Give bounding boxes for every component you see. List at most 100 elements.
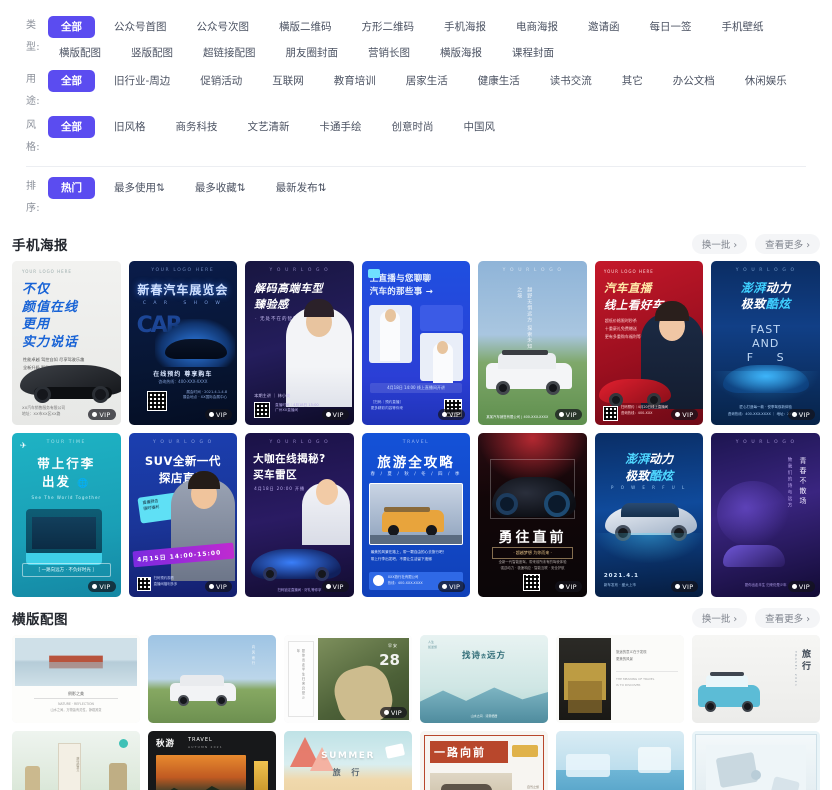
template-card[interactable]: YOUR LOGO HERE 新春汽车展览会 C A R S H O W CAR… [128,261,238,425]
template-card[interactable]: 上直播与您聊聊 汽车的那些事 → 4月18日 14:00 线上直播间开讲 ［扫码｜… [361,261,471,425]
card-artwork: Y O U R L O G O 大咖在线揭秘? 买车雷区 4月18日 20:00 … [245,433,354,597]
template-card[interactable]: TRAVEL 旅游全攻略 春 / 夏 / 秋 / 冬 / 四 / 季 最美的风景… [361,433,471,597]
filter-chip-type-5[interactable]: 手机海报 [433,16,497,38]
sort-chip-most-used[interactable]: 最多使用⇅ [103,177,176,199]
filter-chip-type-9[interactable]: 手机壁纸 [711,16,775,38]
vip-badge: VIP [554,581,582,592]
template-card[interactable] [692,731,820,790]
card-artwork: Y O U R L O G O 解码高端车型 臻验感 · 无处不在的智慧 · 本期… [245,261,354,425]
template-card[interactable]: 秋游 TRAVEL AUTUMN 2021 [148,731,276,790]
template-card[interactable]: 澎湃动力 极致酷炫 P O W E R F U L 2021.4.1 新车发布 ·… [594,433,704,597]
view-more-button-phone[interactable]: 查看更多 › [755,234,820,254]
filter-chip-usage-6[interactable]: 健康生活 [467,70,531,92]
section-actions-phone-posters: 换一批 › 查看更多 › [691,234,820,254]
filter-chip-usage-9[interactable]: 办公文档 [662,70,726,92]
card-artwork: 一路向前 自驾之旅 [420,731,548,790]
vip-badge: VIP [671,409,699,420]
vip-badge: VIP [88,581,116,592]
filter-chip-type-12[interactable]: 超链接配图 [192,42,267,64]
filter-chip-type-4[interactable]: 方形二维码 [351,16,426,38]
template-card[interactable]: 旅行 TRAVEL 2021 [692,635,820,723]
filter-chip-usage-5[interactable]: 居家生活 [395,70,459,92]
template-card[interactable]: 找诗去远方 人生 如逆旅 山水之间 · 诗意栖居 [420,635,548,723]
template-card[interactable]: 海 · 天 · 一 · 色 [556,731,684,790]
filter-row-usage: 用途: 全部 旧行业-周边 促销活动 互联网 教育培训 居家生活 健康生活 读书… [12,68,820,114]
sort-chip-newest[interactable]: 最新发布⇅ [265,177,338,199]
filter-chip-usage-all[interactable]: 全部 [48,70,95,92]
card-brand: Y O U R L O G O [269,268,330,273]
poster-grid-row-1: YOUR LOGO HERE 不仅 颜值在线 更用 实力说话 性能卓越 驾控自如 尽享… [8,261,824,425]
template-card[interactable]: 勇往直前 · 超越梦想 为你而来 · 全新一代智能座驾，带来前所未有的驾驶体验强… [478,433,587,597]
filter-chip-usage-2[interactable]: 促销活动 [189,70,253,92]
filter-panel: 类型: 全部 公众号首图 公众号次图 横版二维码 方形二维码 手机海报 电商海报… [8,6,824,227]
template-card[interactable]: YOUR LOGO HERE 不仅 颜值在线 更用 实力说话 性能卓越 驾控自如 尽享… [12,261,121,425]
filter-chip-usage-8[interactable]: 其它 [611,70,654,92]
filter-row-style: 风格: 全部 旧风格 商务科技 文艺清新 卡通手绘 创意时尚 中国风 [12,114,820,160]
filter-chip-type-7[interactable]: 邀请函 [577,16,631,38]
filter-chip-usage-7[interactable]: 读书交流 [539,70,603,92]
template-card[interactable]: 倒影之美 NATURE · REFLECTION 山水之间，万物皆有灵性，静观其变 [12,635,140,723]
filter-chip-usage-1[interactable]: 旧行业-周边 [103,70,181,92]
card-artwork: Y O U R L O G O 越野无惧远方 探索未知之境 某某汽车销售有限公司… [478,261,587,425]
filter-chip-type-13[interactable]: 朋友圈封面 [275,42,350,64]
filter-chip-type-11[interactable]: 竖版配图 [120,42,184,64]
filter-items-style: 全部 旧风格 商务科技 文艺清新 卡通手绘 创意时尚 中国风 [48,115,820,141]
filter-chip-type-2[interactable]: 公众号次图 [186,16,261,38]
filter-chip-usage-3[interactable]: 互联网 [261,70,315,92]
template-card[interactable]: 愿你出走半生归来仍是少年 早安 28 VIP [284,635,412,723]
filter-chip-type-14[interactable]: 营销长图 [357,42,421,64]
template-card[interactable]: SUMMER 旅 行 [284,731,412,790]
filter-items-usage: 全部 旧行业-周边 促销活动 互联网 教育培训 居家生活 健康生活 读书交流 其… [48,69,820,95]
filter-chip-usage-4[interactable]: 教育培训 [323,70,387,92]
filter-chip-type-all[interactable]: 全部 [48,16,95,38]
section-head-horizontal-images: 横版配图 换一批 › 查看更多 › [8,601,824,635]
vip-badge: VIP [321,409,349,420]
card-artwork [692,731,820,790]
card-artwork: Y O U R L O G O 澎湃动力 极致酷炫 FAST AND F S 匠心打造… [711,261,820,425]
card-artwork: 秋游 TRAVEL AUTUMN 2021 [148,731,276,790]
sort-chip-hot[interactable]: 热门 [48,177,95,199]
card-artwork: 旅途的意义在于发现 更美的风景 THE MEANING OF TRAVEL IS T… [556,635,684,723]
template-card[interactable]: Y O U R L O G O SUV全新一代 探店直播 直播预告 限时福利 4月1… [128,433,238,597]
filter-chip-type-15[interactable]: 横版海报 [429,42,493,64]
filter-chip-type-1[interactable]: 公众号首图 [103,16,178,38]
template-card[interactable]: YOUR LOGO HERE 汽车直播 线上看好车 超低价格限时秒杀 十重豪礼免费赠… [594,261,704,425]
template-card[interactable]: TOUR TIME ✈ 带上行李 出发 🌐 See The World Toget… [12,433,121,597]
filter-chip-style-6[interactable]: 中国风 [453,116,507,138]
refresh-batch-button-horizontal[interactable]: 换一批 › [691,608,748,628]
sort-chip-most-favorite[interactable]: 最多收藏⇅ [184,177,257,199]
filter-chip-type-8[interactable]: 每日一签 [639,16,703,38]
card-brand: Y O U R L O G O [152,440,213,445]
template-card[interactable]: Y O U R L O G O 解码高端车型 臻验感 · 无处不在的智慧 · 本期… [245,261,354,425]
refresh-batch-button-phone[interactable]: 换一批 › [691,234,748,254]
filter-chip-type-10[interactable]: 横版配图 [48,42,112,64]
filter-chip-style-4[interactable]: 卡通手绘 [309,116,373,138]
template-card[interactable]: Y O U R L O G O 大咖在线揭秘? 买车雷区 4月18日 20:00 … [245,433,354,597]
filter-chip-usage-10[interactable]: 休闲娱乐 [734,70,798,92]
template-card[interactable]: 一路向前 自驾之旅 VIP [420,731,548,790]
filter-chip-type-3[interactable]: 横版二维码 [268,16,343,38]
filter-chip-type-16[interactable]: 课程封面 [501,42,565,64]
filter-chip-style-2[interactable]: 商务科技 [165,116,229,138]
template-card[interactable]: 旅途的意义在于发现 更美的风景 THE MEANING OF TRAVEL IS T… [556,635,684,723]
template-card[interactable]: Y O U R L O G O 澎湃动力 极致酷炫 FAST AND F S 匠心打造… [711,261,820,425]
template-card[interactable]: Y O U R L O G O 青春不散场 致我们的诗与远方 愿你出走半生 归来… [711,433,820,597]
filter-chip-style-3[interactable]: 文艺清新 [237,116,301,138]
section-title-horizontal-images: 横版配图 [12,612,68,628]
filter-chip-style-1[interactable]: 旧风格 [103,116,157,138]
filter-chip-style-all[interactable]: 全部 [48,116,95,138]
card-artwork: Y O U R L O G O 青春不散场 致我们的诗与远方 愿你出走半生 归来… [711,433,820,597]
section-phone-posters: 手机海报 换一批 › 查看更多 › YOUR LOGO HERE 不仅 颜值在线更… [8,227,824,597]
view-more-button-horizontal[interactable]: 查看更多 › [755,608,820,628]
filter-items-type: 全部 公众号首图 公众号次图 横版二维码 方形二维码 手机海报 电商海报 邀请函… [48,15,820,67]
filter-chip-style-5[interactable]: 创意时尚 [381,116,445,138]
vip-badge: VIP [438,581,466,592]
vip-badge: VIP [321,581,349,592]
poster-grid-row-2: TOUR TIME ✈ 带上行李 出发 🌐 See The World Toget… [8,433,824,597]
template-card[interactable]: 旅行的意义 [12,731,140,790]
template-card[interactable]: 向风而行 [148,635,276,723]
filter-chip-type-6[interactable]: 电商海报 [505,16,569,38]
card-brand: TRAVEL [402,440,430,445]
template-card[interactable]: Y O U R L O G O 越野无惧远方 探索未知之境 某某汽车销售有限公司… [478,261,587,425]
section-actions-horizontal-images: 换一批 › 查看更多 › [691,608,820,628]
